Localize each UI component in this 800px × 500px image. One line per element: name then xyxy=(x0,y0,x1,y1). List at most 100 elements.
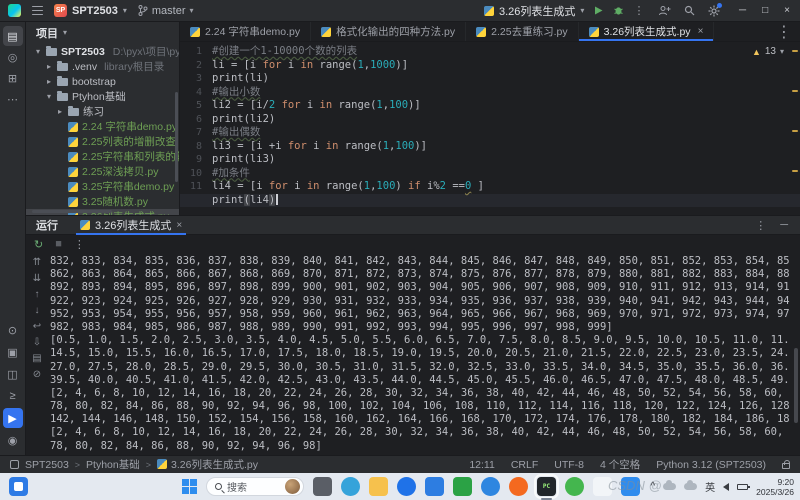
indent-widget[interactable]: 4 个空格 xyxy=(600,457,640,472)
ime-indicator[interactable]: 英 xyxy=(705,479,715,494)
window-minimize-button[interactable]: ─ xyxy=(739,5,746,16)
window-maximize-button[interactable]: □ xyxy=(762,5,768,16)
editor-scrollbar[interactable] xyxy=(790,42,800,215)
close-icon[interactable]: × xyxy=(698,26,704,37)
debug-button[interactable] xyxy=(613,5,624,16)
taskbar-file-explorer-icon[interactable] xyxy=(369,477,388,496)
jump-to-bottom-icon[interactable]: ⇊ xyxy=(33,271,41,287)
read-only-lock-icon[interactable] xyxy=(782,463,790,469)
run-tool-icon[interactable]: ▶ xyxy=(3,408,23,428)
terminal-tool-icon[interactable]: ▣ xyxy=(3,342,23,362)
taskbar-edge-icon[interactable] xyxy=(341,477,360,496)
taskbar-app-blue-circle-icon[interactable] xyxy=(397,477,416,496)
jump-to-top-icon[interactable]: ⇈ xyxy=(33,255,41,271)
taskbar-app-water-drop-icon[interactable] xyxy=(621,477,640,496)
console-output[interactable]: 832, 833, 834, 835, 836, 837, 838, 839, … xyxy=(50,255,790,455)
close-icon[interactable]: × xyxy=(176,220,182,231)
run-tab[interactable]: 3.26列表生成式 × xyxy=(76,216,186,235)
tool-window-widget-icon[interactable] xyxy=(10,460,19,469)
services-tool-icon[interactable]: ◉ xyxy=(3,430,23,450)
code-editor[interactable]: 123456789101112 #创建一个1-10000个数的列表li = [i… xyxy=(180,42,800,215)
tab-options-button[interactable]: ⋮ xyxy=(768,22,800,41)
print-icon[interactable]: ▤ xyxy=(32,351,41,367)
console-scrollbar[interactable] xyxy=(794,348,798,423)
code-with-me-icon[interactable] xyxy=(658,5,671,16)
battery-icon[interactable] xyxy=(737,484,748,490)
caret-position-widget[interactable]: 12:11 xyxy=(469,459,495,471)
taskbar-app-blue-tile-icon[interactable] xyxy=(425,477,444,496)
problems-tool-icon[interactable]: ⊙ xyxy=(3,320,23,340)
cloud-sync-icon[interactable] xyxy=(684,483,697,490)
tree-item[interactable]: ▸.venvlibrary根目录 xyxy=(26,59,179,74)
taskbar-app-dark-icon[interactable] xyxy=(313,477,332,496)
window-close-button[interactable]: × xyxy=(784,5,790,16)
rerun-button[interactable]: ↻ xyxy=(34,238,43,251)
more-run-actions-button[interactable]: ⋮ xyxy=(633,4,644,17)
taskbar-pinned-blue-app-icon[interactable] xyxy=(9,477,28,496)
editor-tab[interactable]: 2.24 字符串demo.py xyxy=(180,22,311,41)
chevron-right-icon[interactable]: ▸ xyxy=(56,107,64,116)
taskbar-clock[interactable]: 9:20 2025/3/26 xyxy=(756,477,794,497)
hidden-icons-chevron[interactable]: ^ xyxy=(650,481,655,492)
clear-all-icon[interactable]: ⊘ xyxy=(33,367,41,383)
commit-tool-icon[interactable]: ◎ xyxy=(3,47,23,67)
inspections-widget[interactable]: ▲ 13 ▾ xyxy=(752,46,784,57)
soft-wrap-icon[interactable]: ↩ xyxy=(33,319,41,335)
encoding-widget[interactable]: UTF-8 xyxy=(554,459,584,471)
tree-item[interactable]: ▸bootstrap xyxy=(26,74,179,89)
tree-item[interactable]: 3.25字符串demo.py xyxy=(26,179,179,194)
tree-item[interactable]: 3.25随机数.py xyxy=(26,194,179,209)
windows-start-button[interactable] xyxy=(182,479,197,494)
hide-tool-window-button[interactable]: ─ xyxy=(780,219,788,231)
breadcrumb[interactable]: SPT2503>Ptyhon基础>3.26列表生成式.py xyxy=(10,457,258,472)
taskbar-app-blue-round-icon[interactable] xyxy=(481,477,500,496)
vcs-branch-widget[interactable]: master ▾ xyxy=(138,5,194,17)
taskbar-firefox-icon[interactable] xyxy=(509,477,528,496)
tree-item[interactable]: 2.24 字符串demo.py xyxy=(26,119,179,134)
run-configuration-selector[interactable]: 3.26列表生成式 ▾ xyxy=(484,3,584,19)
tree-item[interactable]: 2.25字符串和列表的转换.py xyxy=(26,149,179,164)
tree-item[interactable]: ▾Ptyhon基础 xyxy=(26,89,179,104)
python-packages-tool-icon[interactable]: ◫ xyxy=(3,364,23,384)
run-panel-options-button[interactable]: ⋮ xyxy=(755,219,766,232)
editor-tab[interactable]: 格式化输出的四种方法.py xyxy=(311,22,466,41)
weather-icon[interactable] xyxy=(663,483,676,490)
python-console-tool-icon[interactable]: ≥ xyxy=(3,386,23,406)
scroll-to-end-icon[interactable]: ⇩ xyxy=(33,335,41,351)
structure-tool-icon[interactable]: ⊞ xyxy=(3,68,23,88)
main-menu-button[interactable] xyxy=(32,6,43,15)
tree-item[interactable]: ▾SPT2503D:\pyx\项目\python\myflaskd xyxy=(26,44,179,59)
up-stack-trace-icon[interactable]: ↑ xyxy=(35,287,40,303)
settings-button[interactable] xyxy=(708,5,720,17)
taskbar-chat-app-icon[interactable] xyxy=(593,477,612,496)
more-tool-windows-icon[interactable]: ⋯ xyxy=(3,89,23,109)
line-separator-widget[interactable]: CRLF xyxy=(511,459,538,471)
more-options-button[interactable]: ⋮ xyxy=(74,238,85,251)
taskbar-app-green-icon[interactable] xyxy=(565,477,584,496)
taskbar-pycharm-icon[interactable]: PC xyxy=(537,477,556,496)
tree-item[interactable]: 2.25列表的增删改查.py xyxy=(26,134,179,149)
project-tool-icon[interactable]: ▤ xyxy=(3,26,23,46)
search-everywhere-icon[interactable] xyxy=(684,5,695,16)
tree-item[interactable]: ▸练习 xyxy=(26,104,179,119)
run-button[interactable] xyxy=(593,5,604,16)
project-horizontal-scrollbar[interactable] xyxy=(32,210,112,213)
editor-tab[interactable]: 3.26列表生成式.py× xyxy=(579,22,715,41)
project-widget[interactable]: SP SPT2503 ▾ xyxy=(54,4,127,17)
down-stack-trace-icon[interactable]: ↓ xyxy=(35,303,40,319)
chevron-right-icon[interactable]: ▸ xyxy=(45,62,53,71)
chevron-right-icon[interactable]: ▸ xyxy=(45,77,53,86)
editor-tab[interactable]: 2.25去重练习.py xyxy=(466,22,578,41)
python-interpreter-widget[interactable]: Python 3.12 (SPT2503) xyxy=(656,459,766,471)
project-vertical-scrollbar[interactable] xyxy=(175,92,178,182)
taskbar-search-box[interactable]: 搜索 xyxy=(206,477,304,496)
tree-item[interactable]: 2.25深浅拷贝.py xyxy=(26,164,179,179)
breadcrumb-item[interactable]: 3.26列表生成式.py xyxy=(157,457,258,472)
breadcrumb-item[interactable]: Ptyhon基础 xyxy=(86,457,140,472)
breadcrumb-item[interactable]: SPT2503 xyxy=(25,459,69,471)
taskbar-wechat-icon[interactable] xyxy=(453,477,472,496)
chevron-down-icon[interactable]: ▾ xyxy=(34,47,42,56)
project-panel-header[interactable]: 项目 ▾ xyxy=(26,22,179,44)
chevron-down-icon[interactable]: ▾ xyxy=(45,92,53,101)
stop-button[interactable]: ■ xyxy=(55,238,62,250)
